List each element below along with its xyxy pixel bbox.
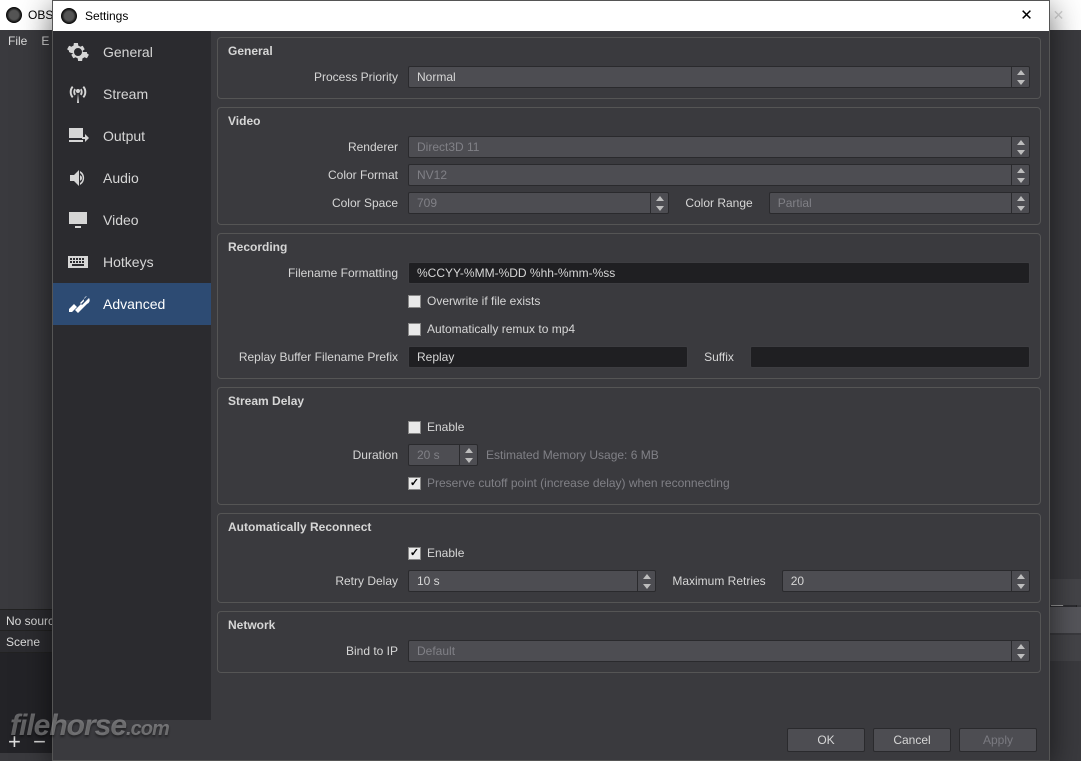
checkbox-box [408, 477, 421, 490]
group-network: Network Bind to IP Default [217, 611, 1041, 673]
group-title-network: Network [228, 618, 1030, 632]
filename-formatting-label: Filename Formatting [228, 266, 408, 280]
settings-content: General Process Priority Normal Video Re… [211, 31, 1049, 720]
settings-close-button[interactable]: ✕ [1004, 1, 1049, 31]
settings-footer: OK Cancel Apply [53, 720, 1049, 760]
color-format-select: NV12 [408, 164, 1030, 186]
renderer-select: Direct3D 11 [408, 136, 1030, 158]
sidebar-item-label: Audio [103, 170, 139, 186]
stream-delay-enable-checkbox[interactable]: Enable [408, 420, 464, 434]
color-space-label: Color Space [228, 196, 408, 210]
settings-title: Settings [85, 9, 128, 23]
cancel-button[interactable]: Cancel [873, 728, 951, 752]
duration-spinbox: 20 s [408, 444, 478, 466]
sidebar-item-stream[interactable]: Stream [53, 73, 211, 115]
filename-formatting-input[interactable]: %CCYY-%MM-%DD %hh-%mm-%ss [408, 262, 1030, 284]
color-space-select: 709 [408, 192, 669, 214]
group-title-stream-delay: Stream Delay [228, 394, 1030, 408]
sidebar-item-output[interactable]: Output [53, 115, 211, 157]
sidebar-item-general[interactable]: General [53, 31, 211, 73]
suffix-label: Suffix [696, 350, 742, 364]
antenna-icon [65, 81, 91, 107]
sidebar-item-label: Output [103, 128, 145, 144]
group-recording: Recording Filename Formatting %CCYY-%MM-… [217, 233, 1041, 379]
speaker-icon [65, 165, 91, 191]
group-title-video: Video [228, 114, 1030, 128]
group-title-recording: Recording [228, 240, 1030, 254]
gear-icon [65, 39, 91, 65]
settings-titlebar: Settings ✕ [53, 1, 1049, 31]
add-scene-button[interactable]: + − [8, 729, 46, 755]
memory-usage-label: Estimated Memory Usage: 6 MB [486, 448, 659, 462]
keyboard-icon [65, 249, 91, 275]
color-range-select: Partial [769, 192, 1030, 214]
apply-button: Apply [959, 728, 1037, 752]
checkbox-box [408, 295, 421, 308]
menu-file[interactable]: File [8, 34, 27, 48]
process-priority-select[interactable]: Normal [408, 66, 1030, 88]
settings-dialog: Settings ✕ General Stream Output Audio [52, 0, 1050, 761]
replay-suffix-input[interactable] [750, 346, 1030, 368]
monitor-icon [65, 207, 91, 233]
sidebar-item-advanced[interactable]: Advanced [53, 283, 211, 325]
renderer-label: Renderer [228, 140, 408, 154]
bind-to-ip-select: Default [408, 640, 1030, 662]
replay-prefix-input[interactable]: Replay [408, 346, 688, 368]
duration-label: Duration [228, 448, 408, 462]
group-title-auto-reconnect: Automatically Reconnect [228, 520, 1030, 534]
sidebar-item-label: Hotkeys [103, 254, 154, 270]
sidebar-item-label: General [103, 44, 153, 60]
preserve-cutoff-checkbox: Preserve cutoff point (increase delay) w… [408, 476, 730, 490]
settings-sidebar: General Stream Output Audio Video Hotkey… [53, 31, 211, 720]
sidebar-item-audio[interactable]: Audio [53, 157, 211, 199]
group-stream-delay: Stream Delay Enable Duration 20 s [217, 387, 1041, 505]
group-title-general: General [228, 44, 1030, 58]
tools-icon [65, 291, 91, 317]
retry-delay-spinbox[interactable]: 10 s [408, 570, 656, 592]
group-video: Video Renderer Direct3D 11 Color Format [217, 107, 1041, 225]
checkbox-box [408, 547, 421, 560]
sidebar-item-video[interactable]: Video [53, 199, 211, 241]
sidebar-item-hotkeys[interactable]: Hotkeys [53, 241, 211, 283]
overwrite-checkbox[interactable]: Overwrite if file exists [408, 294, 540, 308]
retry-delay-label: Retry Delay [228, 574, 408, 588]
main-title-fragment: OBS [28, 8, 53, 22]
sidebar-item-label: Advanced [103, 296, 165, 312]
ok-button[interactable]: OK [787, 728, 865, 752]
max-retries-spinbox[interactable]: 20 [782, 570, 1030, 592]
sidebar-item-label: Stream [103, 86, 148, 102]
sidebar-item-label: Video [103, 212, 139, 228]
checkbox-box [408, 421, 421, 434]
auto-remux-checkbox[interactable]: Automatically remux to mp4 [408, 322, 575, 336]
bind-to-ip-label: Bind to IP [228, 644, 408, 658]
max-retries-label: Maximum Retries [664, 574, 773, 588]
obs-icon [6, 7, 22, 23]
color-format-label: Color Format [228, 168, 408, 182]
process-priority-label: Process Priority [228, 70, 408, 84]
menu-edit-fragment[interactable]: E [41, 34, 49, 48]
output-icon [65, 123, 91, 149]
replay-prefix-label: Replay Buffer Filename Prefix [228, 350, 408, 364]
group-general: General Process Priority Normal [217, 37, 1041, 99]
checkbox-box [408, 323, 421, 336]
group-auto-reconnect: Automatically Reconnect Enable Retry Del… [217, 513, 1041, 603]
obs-icon [61, 8, 77, 24]
color-range-label: Color Range [677, 196, 760, 210]
reconnect-enable-checkbox[interactable]: Enable [408, 546, 464, 560]
